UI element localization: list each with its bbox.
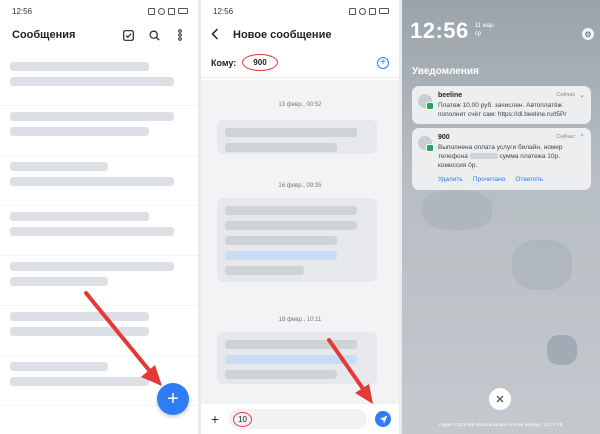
message-bubble xyxy=(217,198,377,282)
notification-body: Выполнена оплата услуги билайн, номер те… xyxy=(438,144,585,170)
notification-card[interactable]: 900 Сейчас ⌃ Выполнена оплата услуги била… xyxy=(412,128,591,190)
mark-read-action[interactable]: Прочитано xyxy=(473,176,506,183)
list-item[interactable] xyxy=(0,306,198,356)
add-contact-icon[interactable]: + xyxy=(377,56,389,69)
new-message-button[interactable]: + xyxy=(157,383,189,415)
message-input-value: 10 xyxy=(233,411,252,427)
notification-body: Платеж 10,00 руб. зачислен. Автоплатёж п… xyxy=(438,102,567,118)
recipient-row: Кому: 900 + xyxy=(201,48,399,78)
clear-notifications-button[interactable] xyxy=(489,388,511,410)
attach-plus-icon[interactable]: + xyxy=(209,411,221,427)
new-message-screen: 12:56 Новое сообщение Кому: 900 + 13 фев… xyxy=(201,0,399,434)
list-item[interactable] xyxy=(0,106,198,156)
battery-icon xyxy=(178,8,188,14)
status-icons xyxy=(349,7,389,15)
alarm-icon xyxy=(148,7,155,15)
reply-action[interactable]: Ответить xyxy=(515,176,543,183)
notification-time: Сейчас xyxy=(556,92,576,98)
timestamp: 16 февр., 09:35 xyxy=(278,183,322,189)
clock-weekday: ср xyxy=(474,31,482,37)
recipient-label: Кому: xyxy=(211,57,237,68)
status-time: 12:56 xyxy=(213,6,234,16)
page-title: Сообщения xyxy=(12,29,76,41)
contact-avatar-icon xyxy=(418,136,434,152)
chevron-up-icon[interactable]: ⌃ xyxy=(579,133,585,141)
back-arrow-icon[interactable] xyxy=(211,27,223,43)
alarm-icon xyxy=(349,7,356,15)
status-time: 12:56 xyxy=(12,6,33,16)
timestamp: 18 февр., 10:11 xyxy=(278,317,322,323)
wifi-icon xyxy=(158,7,165,15)
notification-time: Сейчас xyxy=(556,134,576,140)
list-item[interactable] xyxy=(0,206,198,256)
data-usage-text: годня: 220,9 МБ Использовано в этом меся… xyxy=(439,423,563,428)
lockscreen-clock: 12:56 11 мар. ср xyxy=(410,18,592,44)
messages-list-screen: 12:56 Сообщения + xyxy=(0,0,198,434)
status-bar: 12:56 xyxy=(0,0,198,22)
message-composer: + 10 xyxy=(201,404,399,434)
wifi-icon xyxy=(359,7,366,15)
contact-avatar-icon xyxy=(418,94,434,110)
notification-card[interactable]: beeline Сейчас ⌄ Платеж 10,00 руб. зачисл… xyxy=(412,86,591,124)
app-header: Новое сообщение xyxy=(201,22,399,48)
recipient-field[interactable]: 900 xyxy=(242,54,278,71)
status-icons xyxy=(148,7,188,15)
delete-action[interactable]: Удалить xyxy=(438,176,463,183)
clock-time: 12:56 xyxy=(410,18,469,43)
page-title: Новое сообщение xyxy=(233,29,332,41)
more-icon[interactable] xyxy=(174,29,186,41)
chevron-down-icon[interactable]: ⌄ xyxy=(579,91,585,99)
message-input[interactable]: 10 xyxy=(229,409,367,429)
battery-icon xyxy=(379,8,389,14)
list-item[interactable] xyxy=(0,256,198,306)
notifications-heading: Уведомления xyxy=(412,66,479,77)
message-bubble xyxy=(217,332,377,384)
settings-gear-icon[interactable]: ⚙ xyxy=(582,28,594,40)
timestamp: 13 февр., 00:52 xyxy=(278,102,322,108)
message-bubble xyxy=(217,120,377,154)
status-bar: 12:56 xyxy=(201,0,399,22)
select-icon[interactable] xyxy=(122,29,134,41)
notification-actions: Удалить Прочитано Ответить xyxy=(438,176,585,183)
search-icon[interactable] xyxy=(148,29,160,41)
list-item[interactable] xyxy=(0,156,198,206)
signal-icon xyxy=(369,7,376,15)
notification-shade: 12:56 11 мар. ср ⚙ Уведомления beeline С… xyxy=(402,0,600,434)
clock-date: 11 мар. xyxy=(474,23,496,30)
close-icon xyxy=(496,395,504,403)
notification-sender: beeline xyxy=(438,91,463,99)
send-icon xyxy=(379,415,387,423)
send-button[interactable] xyxy=(375,411,391,427)
notification-sender: 900 xyxy=(438,133,450,141)
signal-icon xyxy=(168,7,175,15)
message-thread: 13 февр., 00:52 16 февр., 09:35 18 февр.… xyxy=(201,80,399,404)
list-item[interactable] xyxy=(0,56,198,106)
app-header: Сообщения xyxy=(0,22,198,48)
conversation-list xyxy=(0,56,198,406)
